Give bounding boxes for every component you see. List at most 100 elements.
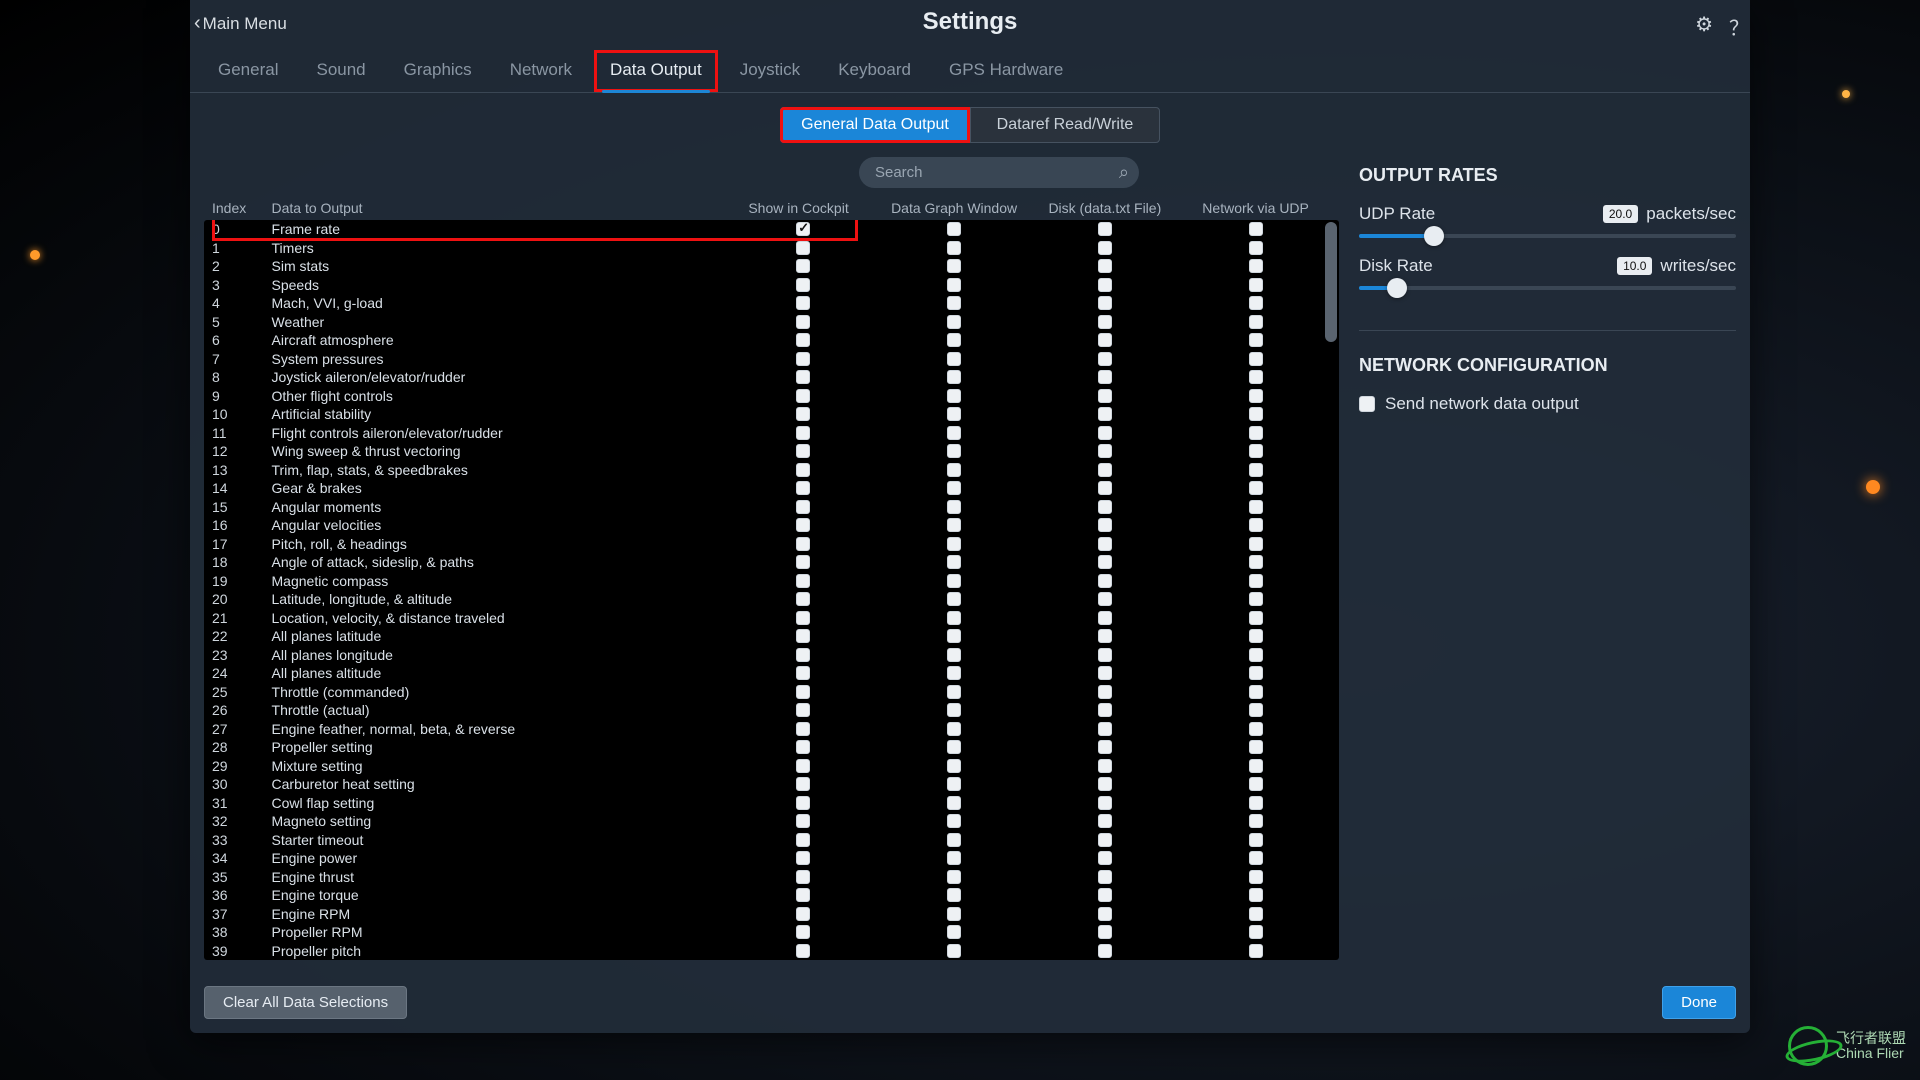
checkbox-disk[interactable] (1098, 389, 1112, 403)
checkbox-graph[interactable] (947, 666, 961, 680)
checkbox-network[interactable] (1249, 537, 1263, 551)
checkbox-cockpit[interactable] (796, 426, 810, 440)
checkbox-network[interactable] (1249, 796, 1263, 810)
checkbox-disk[interactable] (1098, 777, 1112, 791)
checkbox-network[interactable] (1249, 870, 1263, 884)
checkbox-graph[interactable] (947, 685, 961, 699)
checkbox-disk[interactable] (1098, 907, 1112, 921)
checkbox-disk[interactable] (1098, 870, 1112, 884)
checkbox-network[interactable] (1249, 259, 1263, 273)
checkbox-network[interactable] (1249, 611, 1263, 625)
checkbox-graph[interactable] (947, 389, 961, 403)
checkbox-disk[interactable] (1098, 444, 1112, 458)
checkbox-cockpit[interactable] (796, 870, 810, 884)
tab-general[interactable]: General (202, 50, 294, 92)
checkbox-network[interactable] (1249, 851, 1263, 865)
checkbox-network[interactable] (1249, 222, 1263, 236)
checkbox-cockpit[interactable] (796, 944, 810, 958)
checkbox-cockpit[interactable] (796, 907, 810, 921)
checkbox-cockpit[interactable] (796, 518, 810, 532)
checkbox-cockpit[interactable] (796, 407, 810, 421)
subtab-dataref-read-write[interactable]: Dataref Read/Write (970, 107, 1160, 143)
udp-rate-slider[interactable] (1359, 234, 1736, 238)
checkbox-cockpit[interactable] (796, 629, 810, 643)
checkbox-disk[interactable] (1098, 703, 1112, 717)
checkbox-network[interactable] (1249, 740, 1263, 754)
checkbox-disk[interactable] (1098, 278, 1112, 292)
checkbox-cockpit[interactable] (796, 611, 810, 625)
disk-rate-value[interactable]: 10.0 (1617, 257, 1652, 275)
checkbox-network[interactable] (1249, 315, 1263, 329)
checkbox-cockpit[interactable] (796, 666, 810, 680)
checkbox-network[interactable] (1249, 925, 1263, 939)
search-input[interactable] (859, 157, 1139, 188)
search-icon[interactable]: ⌕ (1119, 162, 1129, 183)
checkbox-cockpit[interactable] (796, 703, 810, 717)
checkbox-network[interactable] (1249, 370, 1263, 384)
checkbox-network[interactable] (1249, 278, 1263, 292)
checkbox-network[interactable] (1249, 777, 1263, 791)
checkbox-cockpit[interactable] (796, 315, 810, 329)
checkbox-disk[interactable] (1098, 259, 1112, 273)
checkbox-graph[interactable] (947, 629, 961, 643)
checkbox-disk[interactable] (1098, 500, 1112, 514)
checkbox-cockpit[interactable] (796, 444, 810, 458)
checkbox-cockpit[interactable] (796, 500, 810, 514)
checkbox-disk[interactable] (1098, 944, 1112, 958)
checkbox-graph[interactable] (947, 907, 961, 921)
checkbox-network[interactable] (1249, 426, 1263, 440)
checkbox-disk[interactable] (1098, 481, 1112, 495)
checkbox-cockpit[interactable] (796, 222, 810, 236)
checkbox-cockpit[interactable] (796, 851, 810, 865)
checkbox-disk[interactable] (1098, 833, 1112, 847)
checkbox-graph[interactable] (947, 370, 961, 384)
checkbox-cockpit[interactable] (796, 814, 810, 828)
checkbox-disk[interactable] (1098, 814, 1112, 828)
checkbox-network[interactable] (1249, 592, 1263, 606)
checkbox-graph[interactable] (947, 611, 961, 625)
checkbox-graph[interactable] (947, 333, 961, 347)
checkbox-network[interactable] (1249, 814, 1263, 828)
checkbox-disk[interactable] (1098, 740, 1112, 754)
checkbox-cockpit[interactable] (796, 370, 810, 384)
checkbox-network[interactable] (1249, 907, 1263, 921)
checkbox-graph[interactable] (947, 740, 961, 754)
checkbox-graph[interactable] (947, 592, 961, 606)
checkbox-cockpit[interactable] (796, 592, 810, 606)
checkbox-disk[interactable] (1098, 888, 1112, 902)
checkbox-cockpit[interactable] (796, 777, 810, 791)
checkbox-network[interactable] (1249, 463, 1263, 477)
checkbox-network[interactable] (1249, 555, 1263, 569)
checkbox-graph[interactable] (947, 426, 961, 440)
checkbox-network[interactable] (1249, 407, 1263, 421)
checkbox-cockpit[interactable] (796, 648, 810, 662)
checkbox-graph[interactable] (947, 241, 961, 255)
checkbox-cockpit[interactable] (796, 241, 810, 255)
checkbox-graph[interactable] (947, 278, 961, 292)
checkbox-graph[interactable] (947, 481, 961, 495)
checkbox-graph[interactable] (947, 703, 961, 717)
checkbox-network[interactable] (1249, 648, 1263, 662)
checkbox-graph[interactable] (947, 463, 961, 477)
checkbox-graph[interactable] (947, 888, 961, 902)
checkbox-cockpit[interactable] (796, 259, 810, 273)
checkbox-cockpit[interactable] (796, 888, 810, 902)
subtab-general-data-output[interactable]: General Data Output (780, 107, 970, 143)
checkbox-disk[interactable] (1098, 370, 1112, 384)
checkbox-disk[interactable] (1098, 426, 1112, 440)
checkbox-disk[interactable] (1098, 796, 1112, 810)
checkbox-disk[interactable] (1098, 574, 1112, 588)
checkbox-network[interactable] (1249, 444, 1263, 458)
checkbox-network[interactable] (1249, 944, 1263, 958)
checkbox-network[interactable] (1249, 333, 1263, 347)
checkbox-graph[interactable] (947, 259, 961, 273)
send-network-row[interactable]: Send network data output (1359, 394, 1736, 414)
checkbox-cockpit[interactable] (796, 722, 810, 736)
checkbox-graph[interactable] (947, 648, 961, 662)
checkbox-disk[interactable] (1098, 629, 1112, 643)
checkbox-graph[interactable] (947, 851, 961, 865)
help-icon[interactable]: ？ (1729, 12, 1749, 41)
checkbox-graph[interactable] (947, 759, 961, 773)
checkbox-disk[interactable] (1098, 352, 1112, 366)
checkbox-disk[interactable] (1098, 296, 1112, 310)
